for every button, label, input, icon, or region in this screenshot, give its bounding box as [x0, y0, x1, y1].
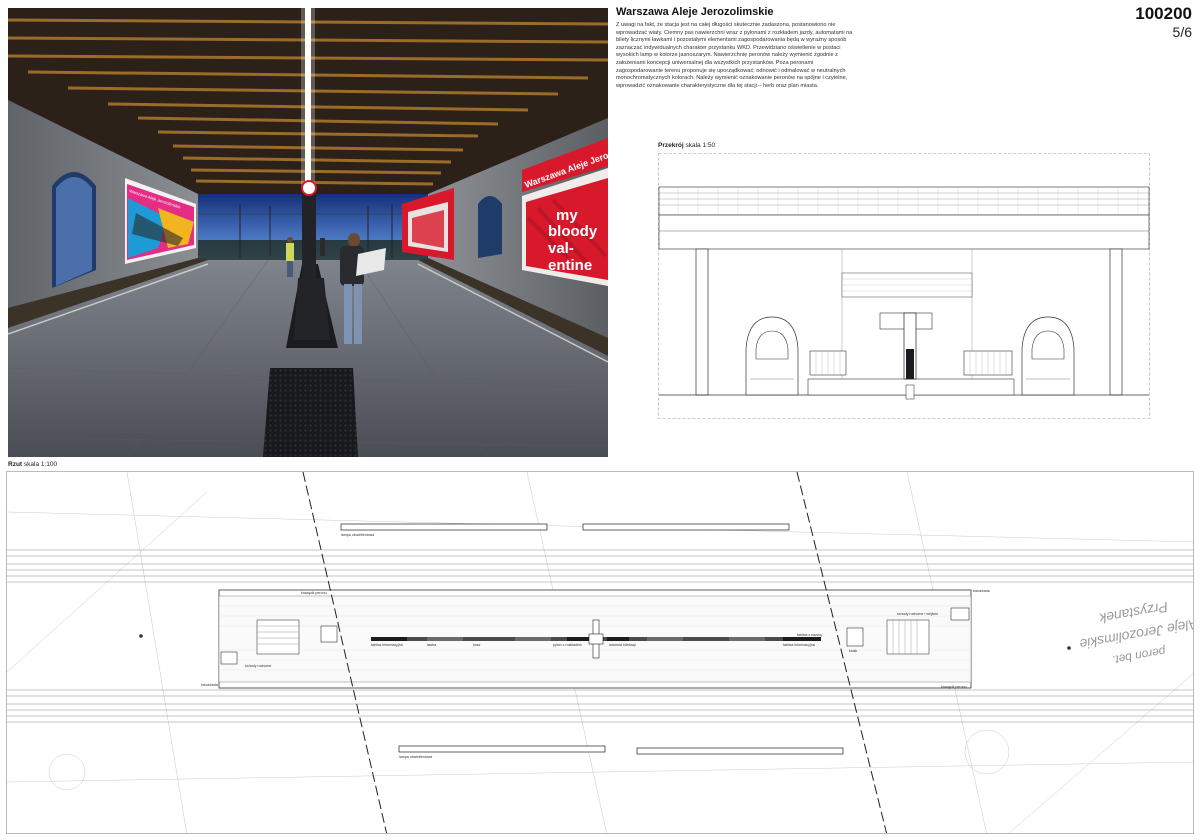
- label-lamp-bottom: lampa oświetleniowa: [399, 755, 432, 759]
- plan-label-scale: skala 1:100: [23, 461, 58, 468]
- plan-label-bold: Rzut: [8, 461, 23, 468]
- label-lamp-top: lampa oświetleniowa: [341, 533, 374, 537]
- label-trash: kosz: [473, 643, 481, 647]
- label-info-right: tablica informacyjna: [783, 643, 815, 647]
- label-barrier-left: balustrada: [201, 683, 218, 687]
- billboard-line-4: entine: [548, 257, 592, 274]
- billboard-line-3: val-: [548, 240, 574, 257]
- label-barrier-right: balustrada: [973, 589, 990, 593]
- section-svg: [658, 153, 1150, 419]
- label-stairs-top: schody ruchome / wejście: [897, 612, 938, 616]
- label-sign: tablica z nazwą: [797, 633, 822, 637]
- description-text: Z uwagi na fakt, że stacja jest na całej…: [616, 22, 853, 89]
- section-label-bold: Przekrój: [658, 142, 684, 149]
- person-distant-1: [286, 237, 294, 277]
- plan-label: Rzut skala 1:100: [8, 461, 57, 468]
- plan-drawing: krawędź peronu krawędź peronu schody ruc…: [6, 471, 1194, 834]
- train-left: [745, 316, 799, 396]
- train-right: [1021, 316, 1075, 396]
- plan-svg: krawędź peronu krawędź peronu schody ruc…: [7, 472, 1193, 833]
- billboard-line-1: my: [556, 207, 578, 224]
- label-edge-bottom: krawędź peronu: [941, 685, 967, 689]
- label-ticket: automat biletowy: [609, 643, 636, 647]
- label-booth: kiosk: [849, 649, 857, 653]
- label-edge-top: krawędź peronu: [301, 591, 327, 595]
- section-label: Przekrój skala 1:50: [658, 142, 715, 149]
- project-code: 100200: [1135, 4, 1192, 23]
- label-stairs-bottom: schody ruchome: [245, 664, 271, 668]
- platform-render: Warszawa Aleje Jerozolimskie my bloody v…: [8, 8, 608, 457]
- page-title: Warszawa Aleje Jerozolimskie: [616, 6, 774, 18]
- billboard-line-2: bloody: [548, 223, 598, 240]
- label-bench: ławka: [427, 643, 436, 647]
- section-drawing: [658, 153, 1150, 419]
- person-distant-2: [320, 238, 325, 256]
- page-number: 5/6: [1172, 24, 1192, 40]
- section-label-scale: skala 1:50: [685, 142, 716, 149]
- label-info-left: tablica informacyjna: [371, 643, 403, 647]
- render-illustration: Warszawa Aleje Jerozolimskie my bloody v…: [8, 8, 608, 457]
- label-pylon: pylon z rozkładem: [553, 643, 582, 647]
